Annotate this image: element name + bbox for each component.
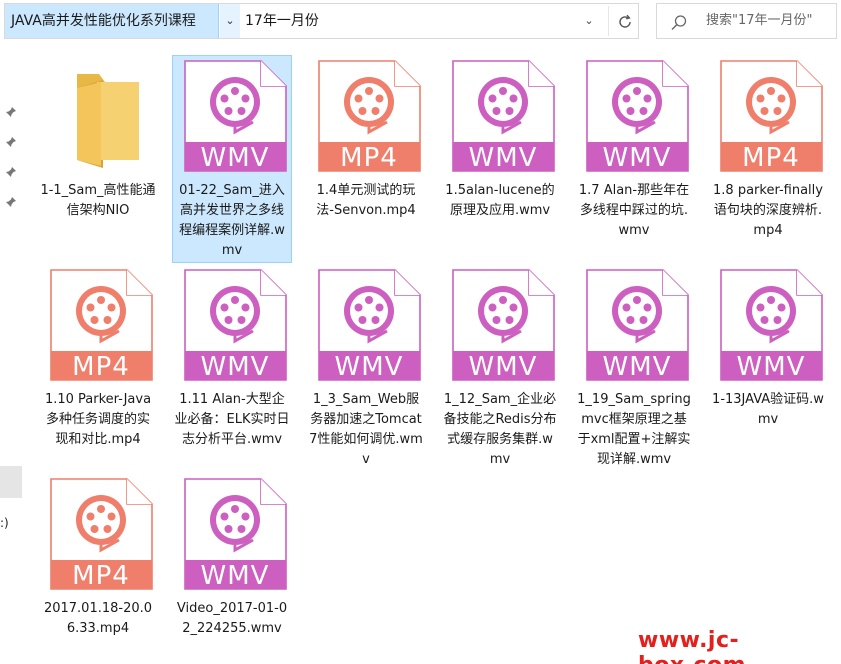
wmv-file-icon: WMV [719,269,823,381]
watermark: www.jc-box.com [638,628,746,664]
file-name: 1-1_Sam_高性能通信架构NIO [40,183,156,218]
file-name: 1.7 Alan-那些年在多线程中踩过的坑.wmv [578,183,690,238]
chevron-down-icon[interactable]: ⌄ [220,4,240,38]
file-name: 1.11 Alan-大型企业必备：ELK实时日志分析平台.wmv [174,392,290,447]
file-item[interactable]: MP4 1.4单元测试的玩法-Senvon.mp4 [306,55,426,263]
folder-item[interactable]: 1-1_Sam_高性能通信架构NIO [38,55,158,263]
file-name: 1.4单元测试的玩法-Senvon.mp4 [316,183,416,218]
file-item[interactable]: WMV 1.11 Alan-大型企业必备：ELK实时日志分析平台.wmv [172,264,292,472]
file-type-label: WMV [468,143,538,173]
nav-selected-item[interactable] [0,466,22,498]
file-item[interactable]: WMV 01-22_Sam_进入高并发世界之多线程编程案例详解.wmv [172,55,292,263]
file-item[interactable]: WMV 1.7 Alan-那些年在多线程中踩过的坑.wmv [574,55,694,263]
pin-icon[interactable] [5,166,17,178]
file-item[interactable]: WMV Video_2017-01-02_224255.wmv [172,473,292,664]
file-type-label: WMV [200,561,270,591]
file-type-label: WMV [200,143,270,173]
file-name: 1_3_Sam_Web服务器加速之Tomcat7性能如何调优.wmv [309,392,423,467]
folder-icon-wrap [49,60,153,172]
wmv-file-icon: WMV [183,269,287,381]
file-name: 1.10 Parker-Java多种任务调度的实现和对比.mp4 [44,392,152,447]
file-type-label: WMV [200,352,270,382]
mp4-file-icon: MP4 [317,60,421,172]
folder-icon [77,74,139,168]
file-type-label: WMV [602,143,672,173]
file-type-label: WMV [602,352,672,382]
search-input[interactable]: 搜索"17年一月份" [706,4,813,38]
current-folder[interactable]: 17年一月份 [245,4,319,38]
wmv-file-icon: WMV [451,269,555,381]
file-type-label: MP4 [72,561,130,591]
file-type-label: WMV [468,352,538,382]
file-name: Video_2017-01-02_224255.wmv [176,601,288,636]
mp4-file-icon: MP4 [49,269,153,381]
search-box[interactable]: 搜索"17年一月份" [656,3,837,39]
file-name: 1-13JAVA验证码.wmv [712,392,824,427]
address-bar[interactable]: JAVA高并发性能优化系列课程 ⌄ 17年一月份 ⌄ [4,3,639,39]
file-name: 1_12_Sam_企业必备技能之Redis分布式缓存服务集群.wmv [443,392,557,467]
wmv-file-icon: WMV [183,478,287,590]
file-item[interactable]: MP4 1.10 Parker-Java多种任务调度的实现和对比.mp4 [38,264,158,472]
file-name: 1.8 parker-finally 语句块的深度辨析.mp4 [713,183,823,238]
file-item[interactable]: MP4 1.8 parker-finally 语句块的深度辨析.mp4 [708,55,828,263]
pin-icon[interactable] [5,196,17,208]
file-item[interactable]: WMV 1_3_Sam_Web服务器加速之Tomcat7性能如何调优.wmv [306,264,426,472]
top-bar: JAVA高并发性能优化系列课程 ⌄ 17年一月份 ⌄ 搜索"17年一月份" [0,0,841,42]
wmv-file-icon: WMV [317,269,421,381]
file-item[interactable]: WMV 1.5alan-lucene的原理及应用.wmv [440,55,560,263]
address-dropdown-icon[interactable]: ⌄ [577,4,601,38]
wmv-file-icon: WMV [585,269,689,381]
file-name: 1_19_Sam_springmvc框架原理之基于xml配置+注解实现详解.wm… [577,392,691,467]
wmv-file-icon: WMV [183,60,287,172]
navigation-pane: :) [0,42,22,664]
file-type-label: MP4 [742,143,800,173]
file-name: 01-22_Sam_进入高并发世界之多线程编程案例详解.wmv [179,183,285,258]
wmv-file-icon: WMV [451,60,555,172]
file-type-label: WMV [736,352,806,382]
refresh-button[interactable] [608,6,638,36]
pin-icon[interactable] [5,136,17,148]
file-item[interactable]: WMV 1-13JAVA验证码.wmv [708,264,828,472]
nav-item-label[interactable]: :) [0,516,9,530]
mp4-file-icon: MP4 [49,478,153,590]
wmv-file-icon: WMV [585,60,689,172]
file-name: 1.5alan-lucene的原理及应用.wmv [445,183,555,218]
file-name: 2017.01.18-20.06.33.mp4 [43,601,153,636]
refresh-icon [619,14,631,28]
mp4-file-icon: MP4 [719,60,823,172]
file-type-label: MP4 [340,143,398,173]
file-type-label: WMV [334,352,404,382]
file-type-label: MP4 [72,352,130,382]
search-icon [671,15,687,30]
pin-icon[interactable] [5,106,17,118]
file-item[interactable]: WMV 1_12_Sam_企业必备技能之Redis分布式缓存服务集群.wmv [440,264,560,472]
breadcrumb[interactable]: JAVA高并发性能优化系列课程 [5,4,219,38]
file-item[interactable]: WMV 1_19_Sam_springmvc框架原理之基于xml配置+注解实现详解… [574,264,694,472]
file-item[interactable]: MP4 2017.01.18-20.06.33.mp4 [38,473,158,664]
